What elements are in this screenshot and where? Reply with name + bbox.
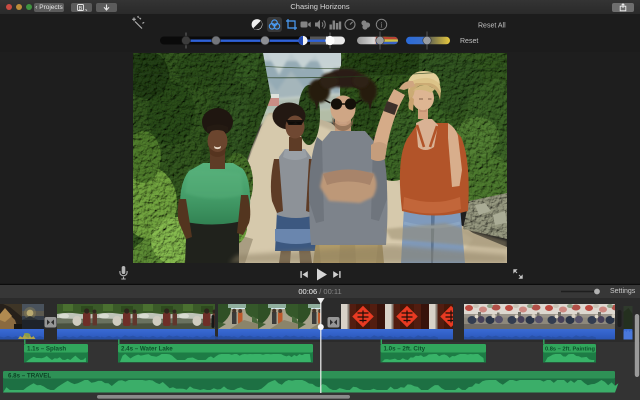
svg-text:6.8s – TRAVEL: 6.8s – TRAVEL <box>8 372 51 379</box>
svg-text:2.4s – Water Lake: 2.4s – Water Lake <box>121 346 173 353</box>
svg-text:i: i <box>380 20 383 29</box>
svg-text:0.8s – 2ft. Painting: 0.8s – 2ft. Painting <box>545 347 595 353</box>
svg-text:1.1s – Splash: 1.1s – Splash <box>27 346 66 353</box>
svg-text:Reset: Reset <box>460 38 478 45</box>
svg-text:1.0s – 2ft. City: 1.0s – 2ft. City <box>384 346 426 353</box>
svg-text:Reset All: Reset All <box>478 23 506 30</box>
